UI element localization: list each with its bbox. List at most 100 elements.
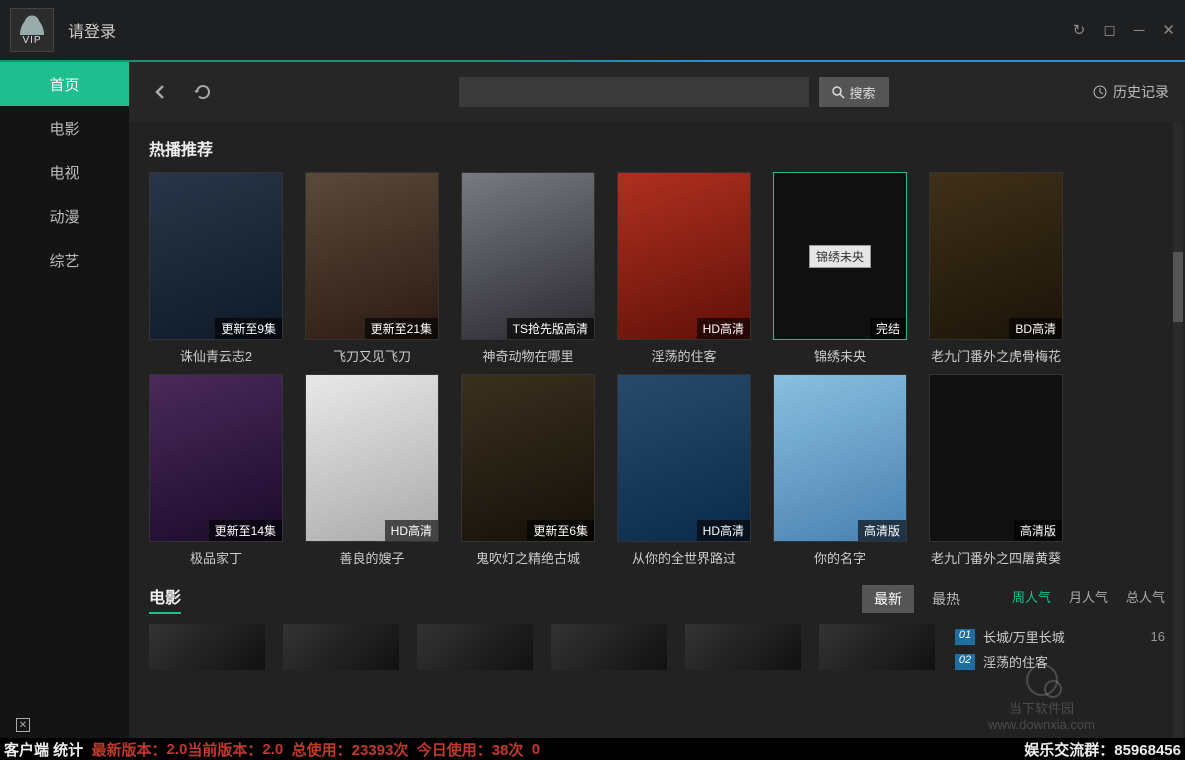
search-button[interactable]: 搜索 [819,77,889,107]
restore-icon[interactable]: ◻ [1103,21,1115,39]
watermark: 当下软件园 www.downxia.com [988,664,1095,732]
content-area: 搜索 历史记录 热播推荐 更新至9集诛仙青云志2 更新至21集飞刀又见飞刀 TS… [129,62,1185,738]
poster-tag: 更新至6集 [527,520,594,541]
rank-title: 长城/万里长城 [983,627,1065,646]
toolbar: 搜索 历史记录 [129,62,1185,122]
card-title: 你的名字 [773,548,907,566]
status-current-label: 当前版本： [187,739,262,760]
poster-tag: BD高清 [1009,318,1062,339]
rank-tabs: 周人气 月人气 总人气 [1012,587,1165,612]
rank-tab-week[interactable]: 周人气 [1012,587,1051,606]
poster-placeholder-label: 锦绣未央 [809,245,871,268]
close-icon[interactable]: ✕ [1162,21,1175,39]
card-title: 老九门番外之四屠黄葵 [929,548,1063,566]
status-latest-label: 最新版本： [92,739,167,760]
history-link[interactable]: 历史记录 [1093,82,1169,102]
rank-num: 02 [955,654,975,670]
filter-hottest[interactable]: 最热 [920,585,972,613]
scrollbar-track[interactable] [1173,122,1183,738]
rank-num: 01 [955,629,975,645]
card-title: 极品家丁 [149,548,283,566]
card-title: 锦绣未央 [773,346,907,364]
media-card[interactable]: 更新至9集诛仙青云志2 [149,172,283,364]
watermark-icon [1026,664,1058,696]
poster: 高清版 [773,374,907,542]
movie-thumb[interactable] [283,624,399,670]
media-card[interactable]: BD高清老九门番外之虎骨梅花 [929,172,1063,364]
section-movies-title: 电影 [149,584,181,614]
search-input[interactable] [459,77,809,107]
refresh-icon[interactable]: ↻ [1073,21,1086,39]
sidebar-item-movies[interactable]: 电影 [0,106,129,150]
card-title: 飞刀又见飞刀 [305,346,439,364]
poster: TS抢先版高清 [461,172,595,340]
hot-row-1: 更新至9集诛仙青云志2 更新至21集飞刀又见飞刀 TS抢先版高清神奇动物在哪里 … [149,172,1165,364]
titlebar: VIP 请登录 ↻ ◻ ─ ✕ [0,0,1185,60]
movie-thumb[interactable] [417,624,533,670]
clock-icon [1093,85,1107,99]
media-card[interactable]: TS抢先版高清神奇动物在哪里 [461,172,595,364]
poster-tag: 高清版 [1014,520,1062,541]
card-title: 从你的全世界路过 [617,548,751,566]
rank-tab-total[interactable]: 总人气 [1126,587,1165,606]
poster: 更新至21集 [305,172,439,340]
status-latest-value: 2.0 [167,741,188,758]
poster: 更新至14集 [149,374,283,542]
back-icon[interactable] [145,76,177,108]
status-current-value: 2.0 [262,741,283,758]
vip-avatar[interactable]: VIP [10,8,54,52]
filter-latest[interactable]: 最新 [862,585,914,613]
hot-row-2: 更新至14集极品家丁 HD高清善良的嫂子 更新至6集鬼吹灯之精绝古城 HD高清从… [149,374,1165,566]
sidebar-item-variety[interactable]: 综艺 [0,238,129,282]
poster-tag: 完结 [870,318,906,339]
statusbar: 客户端 统计 最新版本： 2.0 当前版本： 2.0 总使用： 23393次 今… [0,738,1185,760]
scrollbar-thumb[interactable] [1173,252,1183,322]
status-total-label: 总使用： [292,739,352,760]
movie-thumb[interactable] [685,624,801,670]
window-controls: ↻ ◻ ─ ✕ [1073,21,1175,39]
section-hot-title: 热播推荐 [149,136,1165,160]
poster-tag: 更新至21集 [365,318,438,339]
rank-count: 16 [1151,629,1165,644]
poster-tag: 更新至14集 [209,520,282,541]
card-title: 神奇动物在哪里 [461,346,595,364]
poster: HD高清 [305,374,439,542]
movie-thumb[interactable] [149,624,265,670]
sidebar-item-anime[interactable]: 动漫 [0,194,129,238]
media-card[interactable]: HD高清淫荡的住客 [617,172,751,364]
status-extra: 0 [532,741,540,758]
poster: 高清版 [929,374,1063,542]
rank-row[interactable]: 01 长城/万里长城 16 [955,624,1165,649]
media-card[interactable]: 高清版老九门番外之四屠黄葵 [929,374,1063,566]
card-title: 老九门番外之虎骨梅花 [929,346,1063,364]
media-card[interactable]: 更新至6集鬼吹灯之精绝古城 [461,374,595,566]
status-today-label: 今日使用： [417,739,492,760]
media-card[interactable]: 更新至21集飞刀又见飞刀 [305,172,439,364]
card-title: 善良的嫂子 [305,548,439,566]
poster: BD高清 [929,172,1063,340]
rank-tab-month[interactable]: 月人气 [1069,587,1108,606]
sidebar-item-home[interactable]: 首页 [0,62,129,106]
poster: 锦绣未央完结 [773,172,907,340]
media-card[interactable]: 更新至14集极品家丁 [149,374,283,566]
status-group-label: 娱乐交流群：85968456 [1024,739,1181,760]
sidebar-item-tv[interactable]: 电视 [0,150,129,194]
reload-icon[interactable] [187,76,219,108]
media-card[interactable]: 锦绣未央完结锦绣未央 [773,172,907,364]
media-card[interactable]: 高清版你的名字 [773,374,907,566]
status-total-value: 23393次 [352,739,409,760]
poster-tag: HD高清 [697,318,750,339]
vip-text: VIP [22,35,41,46]
minimize-icon[interactable]: ─ [1134,22,1145,39]
media-card[interactable]: HD高清善良的嫂子 [305,374,439,566]
close-x-icon[interactable]: ✕ [16,718,30,732]
card-title: 淫荡的住客 [617,346,751,364]
status-client-label: 客户端 统计 [4,739,83,760]
movie-thumb[interactable] [819,624,935,670]
poster-tag: 更新至9集 [215,318,282,339]
poster: 更新至9集 [149,172,283,340]
media-card[interactable]: HD高清从你的全世界路过 [617,374,751,566]
login-link[interactable]: 请登录 [68,18,116,42]
card-title: 诛仙青云志2 [149,346,283,364]
movie-thumb[interactable] [551,624,667,670]
